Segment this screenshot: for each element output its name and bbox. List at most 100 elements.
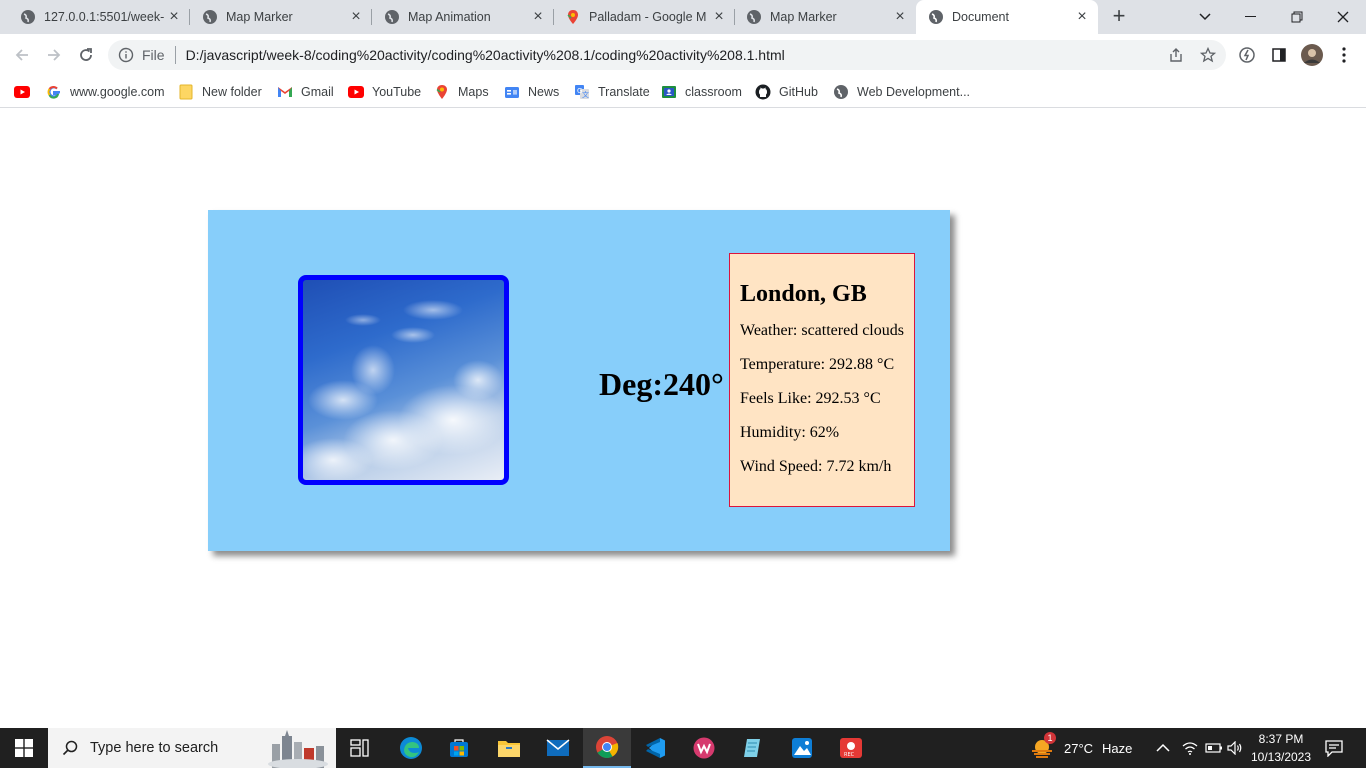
city-name: London, GB	[740, 281, 867, 307]
tab-title: Map Marker	[226, 10, 293, 24]
bookmark-web-development[interactable]: Web Development...	[833, 81, 970, 103]
tab-2[interactable]: Map Marker ×	[182, 0, 372, 34]
tab-3[interactable]: Map Animation ×	[364, 0, 554, 34]
notifications-icon[interactable]	[1324, 728, 1344, 768]
back-arrow-icon[interactable]	[9, 42, 35, 68]
google-icon	[46, 84, 62, 100]
network-icon[interactable]	[1182, 728, 1198, 768]
bookmark-new-folder[interactable]: New folder	[178, 81, 262, 103]
vscode-icon[interactable]	[631, 728, 679, 768]
restore-icon[interactable]	[1274, 0, 1320, 34]
bookmark-gmail[interactable]: Gmail	[277, 81, 334, 103]
search-icon	[62, 740, 78, 756]
bookmark-maps[interactable]: Maps	[434, 81, 489, 103]
weather-temp: 27°C	[1064, 740, 1094, 756]
new-tab-button[interactable]: +	[1108, 5, 1130, 28]
close-icon[interactable]: ×	[166, 9, 182, 25]
folder-icon	[178, 84, 194, 100]
clock-time: 8:37 PM	[1258, 732, 1304, 746]
forward-arrow-icon[interactable]	[41, 42, 67, 68]
bookmark-google[interactable]: www.google.com	[46, 81, 165, 103]
globe-icon	[384, 9, 400, 25]
weather-haze-icon: 1	[1030, 732, 1056, 760]
wps-office-icon[interactable]	[680, 728, 728, 768]
feels-like: Feels Like: 292.53 °C	[740, 390, 881, 407]
close-icon[interactable]: ×	[348, 9, 364, 25]
show-hidden-icons-icon[interactable]	[1156, 728, 1170, 768]
screen-recorder-icon[interactable]: REC	[827, 728, 875, 768]
browser-toolbar: File D:/javascript/week-8/coding%20activ…	[0, 34, 1366, 76]
weather-info-box: London, GB Weather: scattered clouds Tem…	[729, 253, 915, 507]
system-clock[interactable]: 8:37 PM 10/13/2023	[1244, 730, 1318, 766]
bookmark-translate[interactable]: G文 Translate	[574, 81, 650, 103]
globe-icon	[20, 9, 36, 25]
weather-card: Deg:240° London, GB Weather: scattered c…	[208, 210, 950, 551]
share-icon[interactable]	[1164, 40, 1188, 70]
address-bar[interactable]: File D:/javascript/week-8/coding%20activ…	[108, 40, 1226, 70]
bookmark-news[interactable]: News	[504, 81, 559, 103]
wind-degree: Deg:240°	[599, 366, 724, 402]
bookmark-classroom[interactable]: classroom	[661, 81, 742, 103]
bookmark-github[interactable]: GitHub	[755, 81, 818, 103]
tab-6-active[interactable]: Document ×	[916, 0, 1098, 34]
file-explorer-icon[interactable]	[485, 728, 533, 768]
profile-avatar[interactable]	[1299, 42, 1325, 68]
globe-icon	[202, 9, 218, 25]
bookmark-youtube[interactable]: YouTube	[348, 81, 421, 103]
clock-date: 10/13/2023	[1250, 750, 1312, 764]
close-icon[interactable]: ×	[530, 9, 546, 25]
microsoft-store-icon[interactable]	[435, 728, 483, 768]
weather-image	[298, 275, 509, 485]
gmail-icon	[277, 84, 293, 100]
close-window-icon[interactable]	[1320, 0, 1366, 34]
side-panel-icon[interactable]	[1266, 42, 1292, 68]
battery-icon[interactable]	[1205, 728, 1223, 768]
close-icon[interactable]: ×	[1074, 9, 1090, 25]
notes-app-icon[interactable]	[729, 728, 777, 768]
tab-title: 127.0.0.1:5501/week-	[44, 10, 165, 24]
humidity: Humidity: 62%	[740, 424, 840, 441]
globe-icon	[833, 84, 849, 100]
info-icon[interactable]	[118, 47, 134, 63]
tab-1[interactable]: 127.0.0.1:5501/week- ×	[0, 0, 190, 34]
weather-widget[interactable]: 1 27°C Haze	[1030, 728, 1132, 768]
weather-desc: Haze	[1102, 740, 1133, 756]
volume-icon[interactable]	[1227, 728, 1243, 768]
translate-icon: G文	[574, 84, 590, 100]
taskbar-search[interactable]: Type here to search	[48, 728, 336, 768]
globe-icon	[746, 9, 762, 25]
tab-4[interactable]: Palladam - Google M ×	[545, 0, 735, 34]
windows-taskbar: Type here to search REC 1 27°C Haze 8:37…	[0, 728, 1366, 768]
scheme-label: File	[142, 47, 165, 63]
extension-icon[interactable]	[1234, 42, 1260, 68]
reload-icon[interactable]	[73, 42, 99, 68]
minimize-icon[interactable]	[1228, 0, 1274, 34]
close-icon[interactable]: ×	[892, 9, 908, 25]
menu-kebab-icon[interactable]	[1331, 42, 1357, 68]
youtube-icon	[14, 84, 30, 100]
sky-clouds-picture	[303, 300, 504, 480]
edge-icon[interactable]	[387, 728, 435, 768]
classroom-icon	[661, 84, 677, 100]
google-maps-icon	[565, 9, 581, 25]
windows-start-icon[interactable]	[0, 728, 48, 768]
tab-search-icon[interactable]	[1182, 0, 1228, 34]
tab-5[interactable]: Map Marker ×	[726, 0, 916, 34]
google-maps-icon	[434, 84, 450, 100]
bookmark-star-icon[interactable]	[1196, 40, 1220, 70]
bookmark-youtube-shortcut[interactable]	[14, 81, 38, 103]
tab-title: Document	[952, 10, 1009, 24]
temperature: Temperature: 292.88 °C	[740, 356, 895, 373]
photos-app-icon[interactable]	[778, 728, 826, 768]
task-view-icon[interactable]	[336, 728, 384, 768]
youtube-icon	[348, 84, 364, 100]
tab-title: Map Animation	[408, 10, 491, 24]
weather-badge: 1	[1044, 732, 1056, 744]
github-icon	[755, 84, 771, 100]
url-text[interactable]: D:/javascript/week-8/coding%20activity/c…	[186, 47, 785, 63]
tab-strip: 127.0.0.1:5501/week- × Map Marker × Map …	[0, 0, 1366, 34]
chrome-icon[interactable]	[583, 728, 631, 768]
tab-title: Map Marker	[770, 10, 837, 24]
mail-icon[interactable]	[534, 728, 582, 768]
close-icon[interactable]: ×	[711, 9, 727, 25]
